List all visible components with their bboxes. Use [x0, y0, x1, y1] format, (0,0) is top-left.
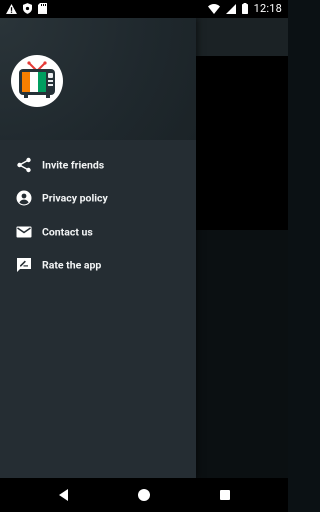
cellular-icon	[225, 3, 236, 14]
back-button[interactable]	[56, 487, 72, 503]
menu-item-label: Rate the app	[42, 258, 102, 272]
system-nav-bar	[0, 478, 288, 512]
menu-item-contact-us[interactable]: Contact us	[0, 215, 196, 249]
menu-item-invite-friends[interactable]: Invite friends	[0, 148, 196, 182]
navigation-drawer: Invite friends Privacy policy Contact us	[0, 18, 196, 478]
shield-icon	[23, 3, 32, 14]
wifi-icon	[207, 3, 220, 14]
account-circle-icon	[16, 190, 32, 206]
battery-icon	[241, 3, 248, 14]
drawer-menu: Invite friends Privacy policy Contact us	[0, 148, 196, 282]
video-player-area[interactable]	[196, 56, 288, 230]
warning-icon	[6, 3, 17, 14]
clock: 12:18	[253, 2, 282, 15]
menu-item-label: Contact us	[42, 225, 93, 239]
home-button[interactable]	[136, 487, 152, 503]
menu-item-privacy-policy[interactable]: Privacy policy	[0, 182, 196, 216]
recents-button[interactable]	[217, 487, 233, 503]
sd-card-icon	[38, 3, 47, 14]
app-toolbar	[196, 18, 288, 56]
app-content-area	[196, 230, 288, 478]
rate-review-icon	[17, 258, 31, 273]
tv-flag-logo-icon	[11, 55, 63, 107]
menu-item-label: Privacy policy	[42, 191, 108, 205]
mail-icon	[16, 226, 32, 238]
status-left-icons	[6, 3, 47, 14]
share-icon	[17, 157, 31, 172]
menu-item-label: Invite friends	[42, 158, 105, 172]
drawer-header	[0, 18, 196, 140]
menu-item-rate-the-app[interactable]: Rate the app	[0, 249, 196, 283]
status-right-icons: 12:18	[207, 2, 282, 15]
status-bar: 12:18	[0, 0, 288, 18]
